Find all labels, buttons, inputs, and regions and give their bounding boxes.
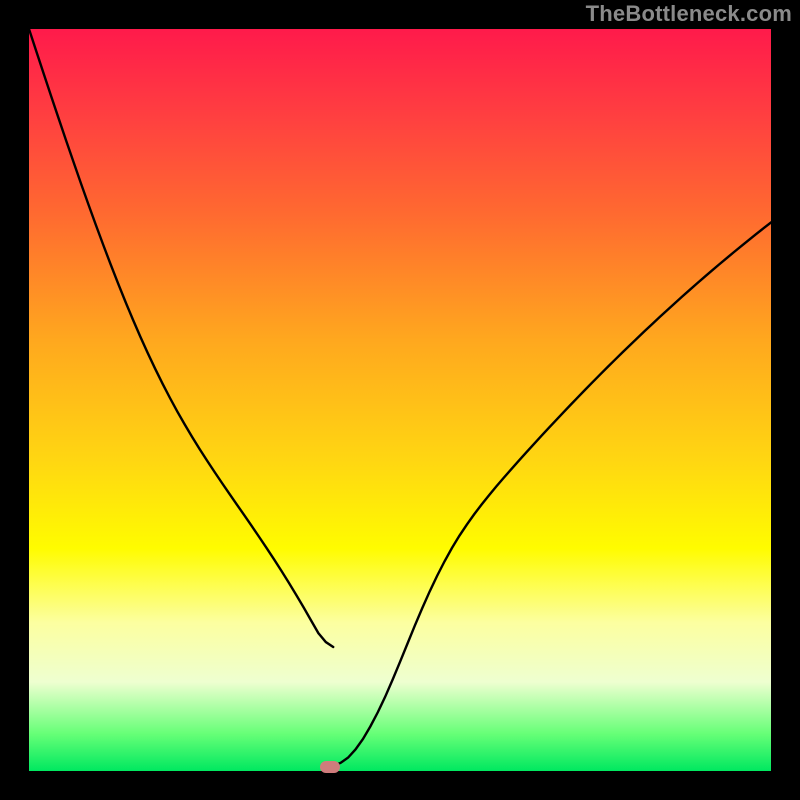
bottleneck-curve bbox=[29, 29, 771, 771]
chart-frame: TheBottleneck.com bbox=[0, 0, 800, 800]
curve-right-branch bbox=[326, 222, 771, 767]
optimal-point-marker bbox=[320, 761, 340, 773]
plot-area bbox=[29, 29, 771, 771]
watermark-text: TheBottleneck.com bbox=[586, 1, 792, 27]
curve-left-branch bbox=[29, 29, 333, 647]
